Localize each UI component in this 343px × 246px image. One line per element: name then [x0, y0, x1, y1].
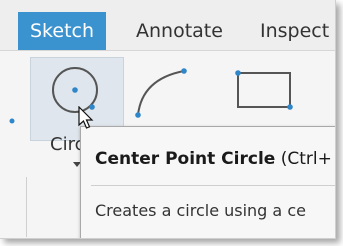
tooltip-divider — [91, 185, 335, 186]
tooltip-description: Creates a circle using a ce — [95, 201, 306, 220]
tab-annotate[interactable]: Annotate — [136, 12, 223, 50]
ribbon-tab-bar: Sketch Annotate Inspect — [0, 0, 335, 51]
panel-divider — [26, 177, 27, 237]
tooltip-shortcut: (Ctrl+ — [280, 149, 332, 169]
tooltip-title: Center Point Circle (Ctrl+ — [95, 149, 332, 169]
mouse-cursor-icon — [78, 106, 94, 129]
tooltip: Center Point Circle (Ctrl+ Creates a cir… — [80, 126, 335, 238]
tab-sketch[interactable]: Sketch — [18, 12, 107, 50]
tooltip-command-name: Center Point Circle — [95, 149, 276, 169]
tab-inspect[interactable]: Inspect — [260, 12, 329, 50]
panel-edge-point-icon — [9, 118, 15, 124]
app-window: Sketch Annotate Inspect Circ Center Poin… — [0, 0, 336, 239]
